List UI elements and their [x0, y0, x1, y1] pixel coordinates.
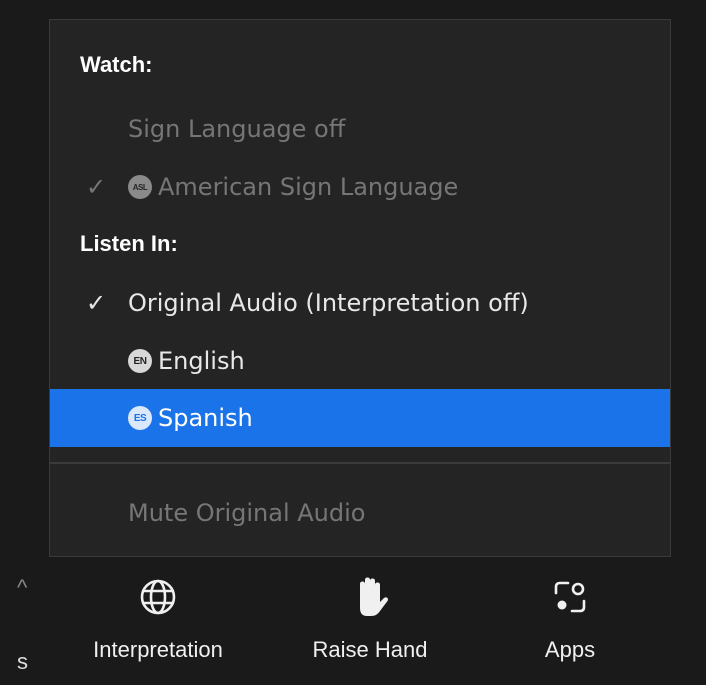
watch-header: Watch:	[80, 52, 153, 77]
interpretation-label: Interpretation	[93, 637, 223, 662]
menu-item-sign-language-off[interactable]: Sign Language off	[50, 100, 670, 158]
checkmark-icon: ✓	[85, 289, 107, 317]
globe-icon	[136, 575, 180, 619]
hand-icon	[348, 575, 392, 619]
es-badge-icon: ES	[128, 406, 152, 430]
menu-item-mute-original-audio[interactable]: Mute Original Audio	[50, 484, 670, 542]
menu-item-label: Original Audio (Interpretation off)	[128, 289, 529, 317]
raise-hand-button[interactable]: Raise Hand	[288, 575, 452, 663]
menu-divider	[50, 462, 670, 464]
interpretation-button[interactable]: Interpretation	[68, 575, 248, 663]
menu-item-label: American Sign Language	[158, 173, 459, 201]
checkmark-icon: ✓	[85, 173, 107, 201]
listen-in-header: Listen In:	[80, 231, 178, 256]
raise-hand-label: Raise Hand	[312, 637, 428, 662]
en-badge-icon: EN	[128, 349, 152, 373]
asl-badge-icon: ASL	[128, 175, 152, 199]
menu-item-original-audio[interactable]: ✓ Original Audio (Interpretation off)	[50, 274, 670, 332]
apps-button[interactable]: Apps	[510, 575, 630, 663]
menu-item-american-sign-language[interactable]: ✓ ASL American Sign Language	[50, 158, 670, 216]
menu-item-spanish[interactable]: ES Spanish	[50, 389, 670, 447]
menu-item-english[interactable]: EN English	[50, 332, 670, 390]
menu-item-label: Sign Language off	[128, 115, 346, 143]
clipped-toolbar-glyph: ^	[17, 575, 28, 600]
clipped-toolbar-label: s	[17, 649, 28, 674]
menu-item-label: English	[158, 347, 245, 375]
apps-label: Apps	[544, 637, 596, 662]
menu-item-label: Spanish	[158, 404, 253, 432]
menu-item-label: Mute Original Audio	[128, 499, 366, 527]
apps-icon	[548, 575, 592, 619]
meeting-toolbar: ^ s Interpretation Raise Hand Apps	[0, 557, 706, 685]
interpretation-menu: Watch: Sign Language off ✓ ASL American …	[49, 19, 671, 557]
